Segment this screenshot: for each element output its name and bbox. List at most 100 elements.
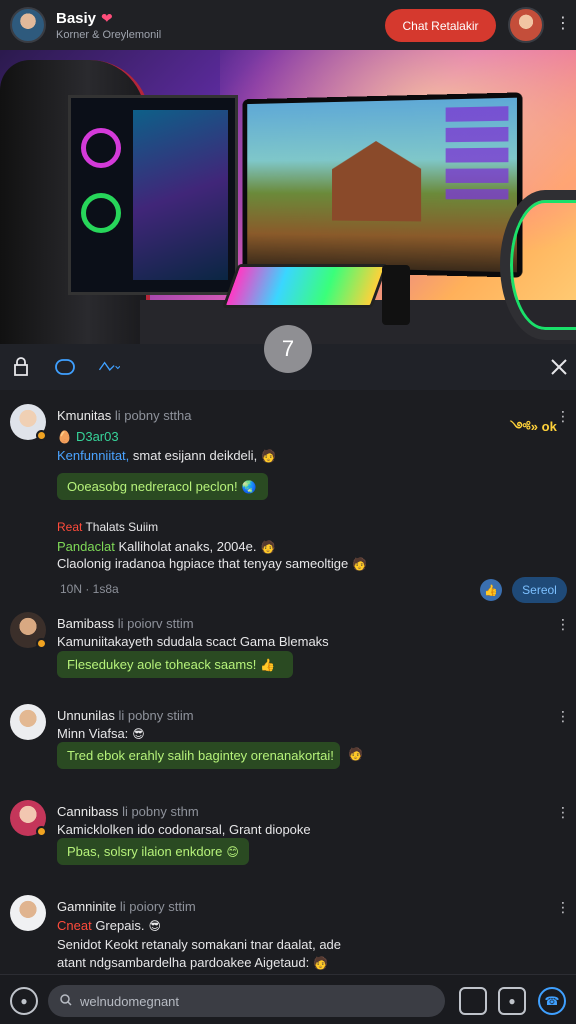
- comment-body: Kalliholat anaks, 2004e.: [114, 539, 257, 554]
- message-input[interactable]: [80, 993, 410, 1009]
- comment-text: Cneat Grepais. 😎: [57, 918, 161, 933]
- image-count-badge[interactable]: 7: [264, 325, 312, 373]
- share-icon[interactable]: [98, 356, 120, 378]
- commenter-avatar[interactable]: [10, 800, 47, 837]
- person-emoji-icon: 🧑: [261, 449, 277, 463]
- comment-text: Kamuniitakayeth sdudala scact Gama Blema…: [57, 634, 329, 649]
- mention-link[interactable]: Pandaclat: [57, 539, 115, 554]
- comment-menu-icon[interactable]: ⋮: [556, 408, 570, 425]
- pc-tower: [68, 95, 238, 295]
- online-indicator: [36, 638, 47, 649]
- add-icon[interactable]: ●: [10, 987, 38, 1015]
- comment-header: Gamninite li poiory sttim: [57, 899, 196, 914]
- comment-header: Bamibass li poiorv sttim: [57, 616, 194, 631]
- comment-text: atant ndgsambardelha pardoakee Aigetaud:…: [57, 955, 328, 970]
- heart-icon: ❤: [101, 9, 113, 26]
- comment-header: Kmunitas li pobny sttha: [57, 408, 191, 423]
- game-screen: [247, 97, 517, 273]
- emoji-icon: 😎: [148, 919, 161, 933]
- comment-meta: li pobny stiim: [118, 708, 194, 723]
- curved-monitor: [242, 92, 523, 278]
- comment-menu-icon[interactable]: ⋮: [556, 899, 570, 916]
- comment-subline: 🥚 D3ar03: [57, 429, 119, 444]
- commenter-avatar[interactable]: [10, 404, 47, 441]
- speaker: [382, 265, 410, 325]
- commenter-name: Bamibass: [57, 616, 115, 631]
- emoji-icon: 👍: [260, 657, 276, 672]
- rgb-keyboard: [221, 264, 389, 308]
- pc-glass-panel: [133, 110, 228, 280]
- comment-header: Cannibass li pobny sthm: [57, 804, 199, 819]
- comment-body: smat esijann deikdeli,: [129, 448, 258, 463]
- mention-link[interactable]: Kenfunniitat,: [57, 448, 129, 463]
- comment-menu-icon[interactable]: ⋮: [556, 804, 570, 821]
- comment-menu-icon[interactable]: ⋮: [556, 708, 570, 725]
- voice-chat-icon[interactable]: ☎: [538, 987, 566, 1015]
- more-menu-icon[interactable]: ⋮: [555, 14, 571, 34]
- message-input-container[interactable]: [48, 985, 445, 1017]
- comment-text: Minn Viafsa: 😎: [57, 726, 145, 741]
- rgb-fan: [81, 128, 121, 168]
- commenter-avatar[interactable]: [10, 895, 46, 931]
- gaming-setup-image: [0, 50, 576, 344]
- commenter-avatar[interactable]: [10, 704, 46, 740]
- bottom-input-bar: ● ● ☎: [0, 974, 576, 1024]
- bubble-text: Pbas, solsry ilaion enkdore: [67, 844, 223, 859]
- comment-tag: D3ar03: [75, 429, 119, 444]
- smile-emoji-icon: 😊: [226, 844, 239, 859]
- like-icon[interactable]: 👍: [480, 579, 502, 601]
- profile-avatar[interactable]: [508, 7, 544, 43]
- mention-link[interactable]: Reat: [57, 520, 82, 534]
- person-emoji-icon: 🧑: [260, 540, 276, 554]
- app-header: Basiy ❤ Korner & Oreylemonil Chat Retala…: [0, 0, 576, 50]
- reply-button[interactable]: Sereol: [512, 577, 567, 603]
- comment-meta: li poiorv sttim: [117, 616, 194, 631]
- comment-meta: li pobny sttha: [114, 408, 192, 423]
- sticker-icon[interactable]: ●: [498, 987, 526, 1015]
- title-row: Basiy ❤: [56, 10, 161, 27]
- comment-body: atant ndgsambardelha pardoakee Aigetaud:: [57, 955, 310, 970]
- commenter-avatar[interactable]: [10, 612, 47, 649]
- commenter-name: Unnunilas: [57, 708, 115, 723]
- mention-link[interactable]: Cneat: [57, 918, 92, 933]
- comment-meta: li poiory sttim: [119, 899, 196, 914]
- globe-emoji-icon: 🌏: [241, 479, 257, 494]
- chat-button[interactable]: Chat Retalakir: [385, 9, 496, 42]
- bookmark-icon[interactable]: [10, 356, 32, 378]
- close-icon[interactable]: [548, 356, 570, 378]
- comment-timestamp: 10N · 1s8a: [60, 582, 119, 596]
- comment-text: Kenfunniitat, smat esijann deikdeli, 🧑: [57, 448, 276, 463]
- comment-body: Claolonig iradanoa hgpiace that tenyay s…: [57, 556, 349, 571]
- comment-meta: li pobny sthm: [122, 804, 199, 819]
- message-icon[interactable]: [54, 356, 76, 378]
- bubble-text: Tred ebok erahly salih bagintey orenanak…: [67, 748, 334, 763]
- game-house: [332, 140, 421, 221]
- comment-body: Grepais.: [91, 918, 145, 933]
- channel-subtitle: Korner & Oreylemonil: [56, 28, 162, 41]
- online-indicator: [36, 826, 47, 837]
- comment-text: Pandaclat Kalliholat anaks, 2004e. 🧑: [57, 539, 275, 554]
- person-emoji-icon: 🧑: [313, 956, 329, 970]
- commenter-name: Kmunitas: [57, 408, 112, 423]
- commenter-name: Cannibass: [57, 804, 119, 819]
- gallery-icon[interactable]: [459, 987, 487, 1015]
- comment-header: Unnunilas li pobny stiim: [57, 708, 194, 723]
- comment-body: Thalats Suiim: [82, 520, 159, 534]
- reaction-count[interactable]: ༺» ok: [510, 412, 557, 449]
- comment-body: Minn Viafsa:: [57, 726, 129, 741]
- message-bubble[interactable]: Ooeasobg nedreracol peclon! 🌏: [57, 473, 268, 500]
- emoji-icon: 🥚: [57, 430, 72, 444]
- bubble-text: Flesedukey aole toheack saams!: [67, 657, 257, 672]
- user-avatar[interactable]: [10, 7, 46, 43]
- channel-title-block[interactable]: Basiy ❤ Korner & Oreylemonil: [56, 10, 161, 41]
- comment-feed: Kmunitas li pobny sttha ༺» ok ⋮ 🥚 D3ar03 …: [0, 390, 576, 970]
- message-bubble[interactable]: Pbas, solsry ilaion enkdore 😊: [57, 838, 249, 865]
- channel-title: Basiy: [56, 9, 97, 27]
- message-bubble[interactable]: Flesedukey aole toheack saams! 👍: [57, 651, 293, 678]
- game-hud: [445, 106, 509, 200]
- emoji-icon: 😎: [132, 727, 145, 741]
- message-bubble[interactable]: Tred ebok erahly salih bagintey orenanak…: [57, 742, 340, 769]
- comment-menu-icon[interactable]: ⋮: [556, 616, 570, 633]
- comment-text: Claolonig iradanoa hgpiace that tenyay s…: [57, 556, 367, 571]
- comment-text: Reat Thalats Suiim: [57, 520, 158, 534]
